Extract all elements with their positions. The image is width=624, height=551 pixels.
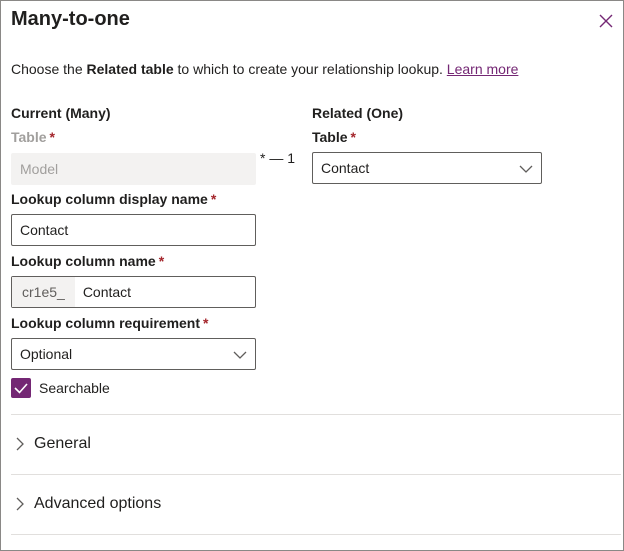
chevron-right-icon xyxy=(16,437,24,451)
related-table-label-text: Table xyxy=(312,129,348,145)
close-icon[interactable] xyxy=(598,13,614,29)
current-table-label: Table * xyxy=(11,129,55,145)
lookup-name-prefix: cr1e5_ xyxy=(12,277,75,307)
required-marker: * xyxy=(158,253,165,269)
lookup-display-label: Lookup column display name * xyxy=(11,191,216,207)
lookup-display-label-text: Lookup column display name xyxy=(11,191,208,207)
current-heading: Current (Many) xyxy=(11,105,111,121)
many-to-one-panel: Many-to-one Choose the Related table to … xyxy=(0,0,624,551)
current-table-value: Model xyxy=(20,161,59,177)
required-marker: * xyxy=(210,191,217,207)
intro-suffix: to which to create your relationship loo… xyxy=(173,61,447,77)
intro-prefix: Choose the xyxy=(11,61,87,77)
learn-more-link[interactable]: Learn more xyxy=(447,61,519,77)
lookup-display-name-input[interactable]: Contact xyxy=(11,214,256,246)
related-table-value: Contact xyxy=(321,160,370,176)
requirement-label: Lookup column requirement * xyxy=(11,315,208,331)
intro-text: Choose the Related table to which to cre… xyxy=(11,61,518,77)
lookup-name-input[interactable]: cr1e5_ Contact xyxy=(11,276,256,308)
chevron-down-icon xyxy=(233,351,247,359)
searchable-checkbox[interactable] xyxy=(11,378,31,398)
searchable-label: Searchable xyxy=(39,380,110,396)
related-table-label: Table * xyxy=(312,129,356,145)
cardinality-indicator: * — 1 xyxy=(260,150,295,166)
advanced-options-section-label: Advanced options xyxy=(34,495,162,512)
advanced-options-section-toggle[interactable]: Advanced options xyxy=(11,475,621,533)
requirement-label-text: Lookup column requirement xyxy=(11,315,201,331)
lookup-name-value: Contact xyxy=(82,284,132,300)
lookup-name-label-text: Lookup column name xyxy=(11,253,156,269)
chevron-down-icon xyxy=(519,165,533,173)
required-marker: * xyxy=(203,315,209,331)
lookup-display-value: Contact xyxy=(20,222,69,238)
checkmark-icon xyxy=(14,383,28,394)
related-heading: Related (One) xyxy=(312,105,404,121)
panel-title: Many-to-one xyxy=(11,8,130,30)
chevron-right-icon xyxy=(16,497,24,511)
lookup-name-label: Lookup column name * xyxy=(11,253,164,269)
current-table-field: Model xyxy=(11,153,256,185)
required-marker: * xyxy=(350,129,356,145)
cardinality-dash: — xyxy=(269,150,284,166)
requirement-dropdown[interactable]: Optional xyxy=(11,338,256,370)
cardinality-many: * xyxy=(260,150,266,166)
related-table-dropdown[interactable]: Contact xyxy=(312,152,542,184)
current-table-label-text: Table xyxy=(11,129,47,145)
divider xyxy=(11,534,621,535)
general-section-toggle[interactable]: General xyxy=(11,415,621,473)
required-marker: * xyxy=(49,129,55,145)
intro-bold: Related table xyxy=(86,61,174,77)
cardinality-one: 1 xyxy=(287,150,296,166)
requirement-value: Optional xyxy=(20,346,73,362)
general-section-label: General xyxy=(34,435,91,452)
